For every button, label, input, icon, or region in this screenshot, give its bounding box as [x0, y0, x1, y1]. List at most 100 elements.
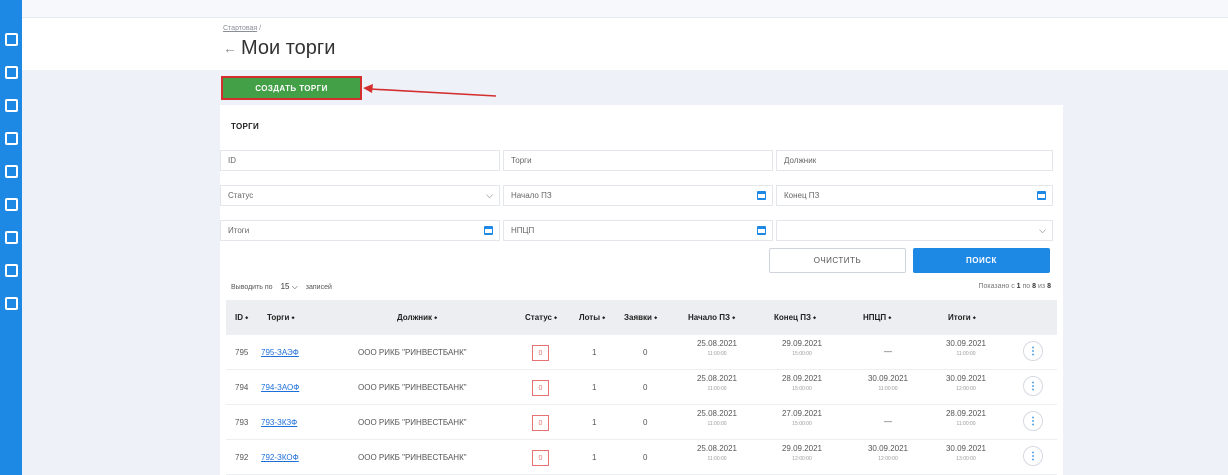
col-id[interactable]: ID ⬩ — [235, 300, 248, 335]
results-date: 30.09.2021 12:00:00 — [938, 374, 994, 394]
col-npcp[interactable]: НПЦП ⬩ — [863, 300, 891, 335]
records-from: 1 — [1016, 283, 1021, 290]
table-row[interactable]: 795 795-ЗАЭФ ООО РИКБ "РИНВЕСТБАНК" 0 1 0 25.0… — [226, 335, 1057, 370]
clear-button[interactable]: ОЧИСТИТЬ — [769, 248, 906, 273]
end-date: 29.09.2021 15:00:00 — [774, 339, 830, 359]
breadcrumb-separator: / — [259, 25, 262, 32]
col-status[interactable]: Статус ⬩ — [525, 300, 557, 335]
calendar-icon[interactable] — [484, 226, 493, 235]
row-menu-icon[interactable]: ⋮ — [1023, 341, 1043, 361]
npcp-date-time: 11:00:00 — [878, 386, 898, 392]
npcp-date: — — [860, 417, 916, 427]
page-size: Выводить по 15 ⌵ записей — [231, 282, 332, 292]
search-button[interactable]: ПОИСК — [913, 248, 1050, 273]
section-title: ТОРГИ — [231, 122, 260, 131]
start-date-day: 25.08.2021 — [696, 444, 738, 453]
filter-id[interactable]: ID — [220, 150, 500, 171]
bag-icon[interactable] — [5, 264, 18, 277]
table-row[interactable]: 794 794-ЗАОФ ООО РИКБ "РИНВЕСТБАНК" 0 1 0 25.0… — [226, 370, 1057, 405]
col-results[interactable]: Итоги ⬩ — [948, 300, 976, 335]
filter-extra-select[interactable]: ⌵ — [776, 220, 1053, 241]
row-id: 792 — [235, 453, 249, 462]
filter-results[interactable]: Итоги — [220, 220, 500, 241]
auction-link[interactable]: 795-ЗАЭФ — [261, 335, 299, 370]
debtor-name: ООО РИКБ "РИНВЕСТБАНК" — [358, 418, 467, 427]
filter-end[interactable]: Конец ПЗ — [776, 185, 1053, 206]
debtor-name: ООО РИКБ "РИНВЕСТБАНК" — [358, 383, 467, 392]
col-lots[interactable]: Лоты ⬩ — [579, 300, 605, 335]
list-icon[interactable] — [5, 132, 18, 145]
col-start[interactable]: Начало ПЗ ⬩ — [688, 300, 735, 335]
scale-icon[interactable] — [5, 165, 18, 178]
end-date-time: 15:00:00 — [792, 421, 812, 427]
results-date-day: 28.09.2021 — [945, 409, 987, 418]
col-bids[interactable]: Заявки ⬩ — [624, 300, 657, 335]
start-date: 25.08.2021 11:00:00 — [689, 444, 745, 464]
page-title: Мои торги — [241, 37, 336, 59]
calendar-icon[interactable] — [1037, 191, 1046, 200]
filter-npcp[interactable]: НПЦП — [503, 220, 773, 241]
page-size-value: 15 — [280, 282, 290, 291]
filter-results-label: Итоги — [228, 226, 250, 235]
status-badge[interactable]: 0 — [532, 450, 549, 466]
start-date-day: 25.08.2021 — [696, 409, 738, 418]
records-to: 8 — [1032, 283, 1037, 290]
npcp-date-day: — — [884, 417, 892, 426]
col-end[interactable]: Конец ПЗ ⬩ — [774, 300, 816, 335]
filter-debtor[interactable]: Должник — [776, 150, 1053, 171]
col-auction[interactable]: Торги ⬩ — [267, 300, 295, 335]
breadcrumb-home[interactable]: Стартовая — [223, 25, 257, 32]
back-arrow-icon[interactable]: ← — [223, 39, 237, 57]
sidebar — [0, 0, 22, 475]
auction-icon[interactable] — [5, 231, 18, 244]
bids-count: 0 — [643, 383, 648, 392]
pointer-arrow-icon — [363, 84, 497, 97]
results-date-time: 11:00:00 — [956, 351, 976, 357]
records-info: Показано с 1 по 8 из 8 — [978, 283, 1051, 290]
col-debtor[interactable]: Должник ⬩ — [397, 300, 437, 335]
start-date-time: 11:00:00 — [707, 421, 727, 427]
auction-link[interactable]: 793-ЗКЗФ — [261, 405, 297, 440]
npcp-date-time: 12:00:00 — [878, 456, 898, 462]
top-bar — [22, 0, 1228, 18]
bids-count: 0 — [643, 418, 648, 427]
filter-auction[interactable]: Торги — [503, 150, 773, 171]
filter-start-label: Начало ПЗ — [511, 191, 552, 200]
ledger-icon[interactable] — [5, 99, 18, 112]
end-date-time: 12:00:00 — [792, 456, 812, 462]
table-row[interactable]: 793 793-ЗКЗФ ООО РИКБ "РИНВЕСТБАНК" 0 1 0 25.0… — [226, 405, 1057, 440]
row-id: 795 — [235, 348, 249, 357]
results-date-time: 13:00:00 — [956, 456, 976, 462]
page-size-prefix: Выводить по — [231, 283, 273, 291]
status-badge[interactable]: 0 — [532, 345, 549, 361]
gavel-icon[interactable] — [5, 198, 18, 211]
results-date-day: 30.09.2021 — [945, 339, 987, 348]
table-row[interactable]: 792 792-ЗКОФ ООО РИКБ "РИНВЕСТБАНК" 0 1 0 25.0… — [226, 440, 1057, 475]
auction-link[interactable]: 792-ЗКОФ — [261, 440, 299, 475]
records-total: 8 — [1047, 283, 1051, 290]
filter-start[interactable]: Начало ПЗ — [503, 185, 773, 206]
end-date: 28.09.2021 15:00:00 — [774, 374, 830, 394]
start-date-time: 11:00:00 — [707, 456, 727, 462]
status-badge[interactable]: 0 — [532, 415, 549, 431]
contacts-icon[interactable] — [5, 297, 18, 310]
calendar-icon[interactable] — [757, 226, 766, 235]
row-menu-icon[interactable]: ⋮ — [1023, 376, 1043, 396]
page-size-select[interactable]: 15 ⌵ — [277, 282, 302, 292]
filter-debtor-label: Должник — [784, 156, 817, 165]
auction-link[interactable]: 794-ЗАОФ — [261, 370, 299, 405]
logo-icon[interactable] — [5, 33, 18, 46]
filter-status[interactable]: Статус ⌵ — [220, 185, 500, 206]
calendar-icon[interactable] — [757, 191, 766, 200]
end-date-day: 29.09.2021 — [781, 339, 823, 348]
npcp-date: 30.09.2021 12:00:00 — [860, 444, 916, 464]
results-date: 28.09.2021 11:00:00 — [938, 409, 994, 429]
debtor-name: ООО РИКБ "РИНВЕСТБАНК" — [358, 453, 467, 462]
document-icon[interactable] — [5, 66, 18, 79]
results-date: 30.09.2021 13:00:00 — [938, 444, 994, 464]
row-menu-icon[interactable]: ⋮ — [1023, 411, 1043, 431]
status-badge[interactable]: 0 — [532, 380, 549, 396]
row-id: 793 — [235, 418, 249, 427]
create-auction-button[interactable]: СОЗДАТЬ ТОРГИ — [221, 76, 362, 100]
row-menu-icon[interactable]: ⋮ — [1023, 446, 1043, 466]
